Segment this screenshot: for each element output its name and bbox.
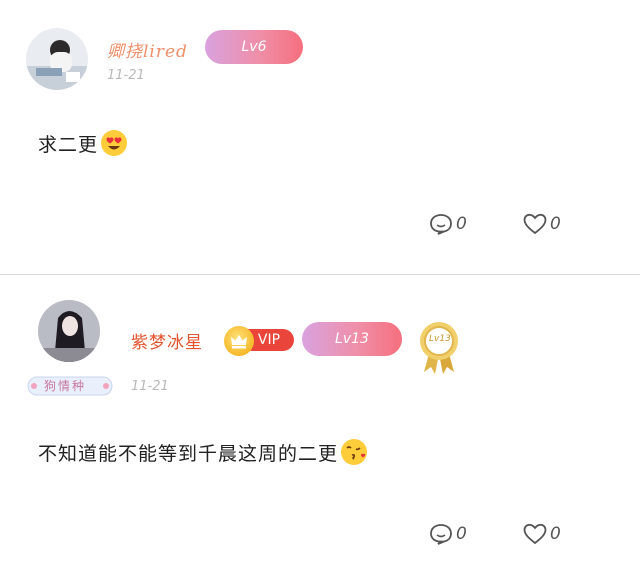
level-badge: Lv13	[302, 322, 402, 356]
comment-item: 狗情种 紫梦冰星 VIP Lv13 Lv13 11-21 不知道能不能等到千晨这…	[0, 276, 640, 573]
heart-icon	[523, 213, 547, 235]
heart-icon	[523, 523, 547, 545]
kissing-emoji-icon	[341, 439, 368, 465]
avatar-image	[26, 28, 88, 90]
like-count: 0	[550, 524, 561, 544]
comment-text-content: 求二更	[38, 133, 99, 156]
vip-badge: VIP	[224, 326, 294, 356]
fan-tag: 狗情种	[26, 374, 114, 398]
comment-date: 11-21	[131, 379, 169, 394]
divider	[0, 274, 640, 275]
level-badge: Lv6	[205, 30, 303, 64]
comment-bubble-icon	[430, 214, 452, 235]
medal-label: Lv13	[429, 334, 451, 344]
username[interactable]: 紫梦冰星	[131, 328, 203, 353]
comment-text-content: 不知道能不能等到千晨这周的二更	[38, 442, 339, 465]
avatar-image	[38, 300, 100, 362]
comment-text: 不知道能不能等到千晨这周的二更	[38, 438, 368, 466]
fan-tag-label: 狗情种	[44, 379, 87, 393]
like-button[interactable]: 0	[522, 522, 561, 546]
heart-eyes-emoji-icon	[101, 130, 128, 156]
like-button[interactable]: 0	[522, 212, 561, 236]
like-count: 0	[550, 214, 561, 234]
crown-icon	[224, 326, 254, 356]
comment-text: 求二更	[38, 129, 128, 157]
comment-date: 11-21	[107, 68, 145, 83]
medal-icon: Lv13	[418, 320, 460, 376]
avatar[interactable]	[38, 300, 100, 362]
avatar[interactable]	[26, 28, 88, 90]
reply-count: 0	[456, 524, 467, 544]
reply-button[interactable]: 0	[428, 522, 467, 546]
comment-bubble-icon	[430, 524, 452, 545]
reply-count: 0	[456, 214, 467, 234]
comment-item: 卿挠lired Lv6 11-21 求二更 0 0	[0, 0, 640, 275]
username[interactable]: 卿挠lired	[107, 37, 188, 62]
reply-button[interactable]: 0	[428, 212, 467, 236]
